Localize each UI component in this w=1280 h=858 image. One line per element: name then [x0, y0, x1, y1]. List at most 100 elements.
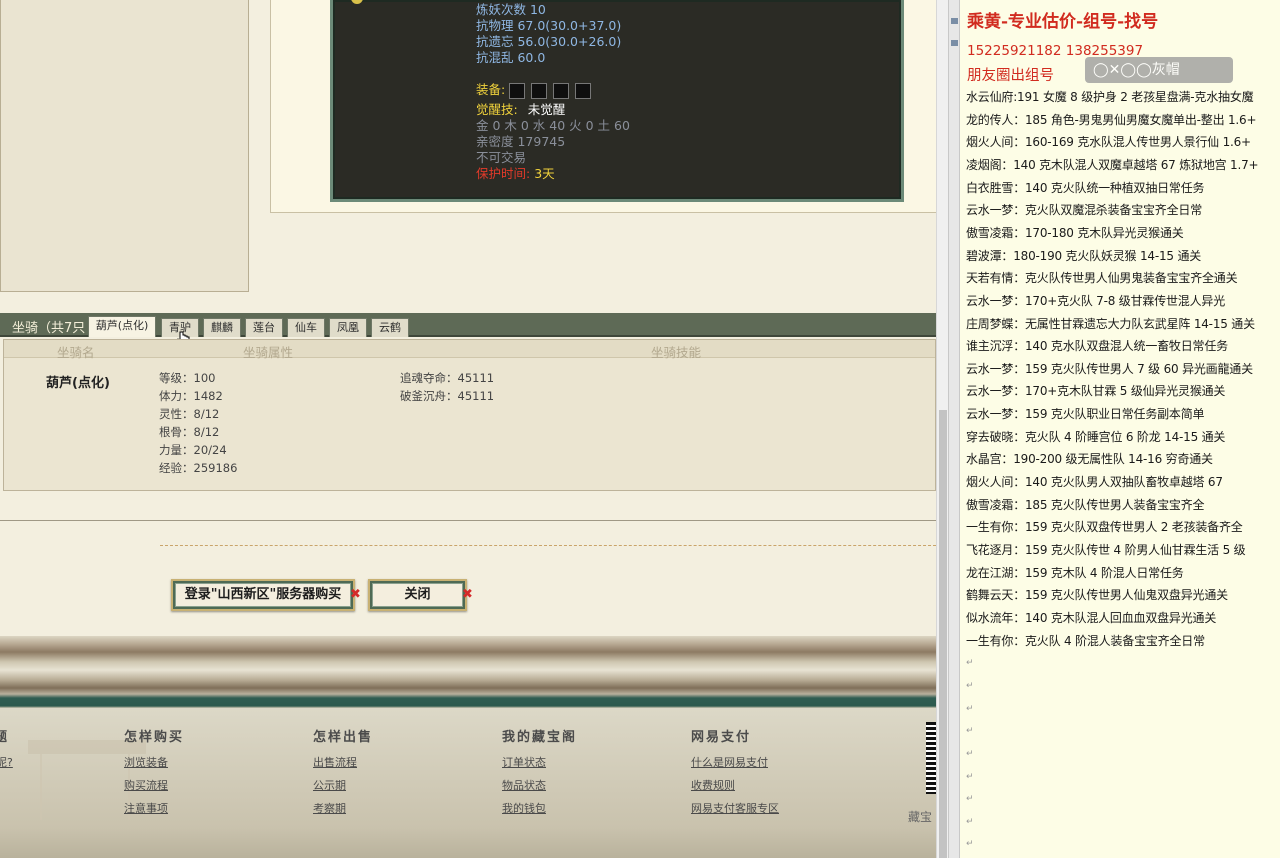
note-entry: 白衣胜雪：140 克火队统一种植双抽日常任务 — [966, 180, 1205, 195]
tab-mount-xianche[interactable]: 仙车 — [287, 318, 325, 337]
note-entry: 似水流年：140 克木队混人回血血双盘异光通关 — [966, 610, 1217, 625]
mount-attr-power: 力量：20/24 — [159, 443, 227, 457]
footer-link[interactable]: 网易支付客服专区 — [691, 800, 779, 816]
paragraph-mark-icon: ↵ — [966, 794, 974, 805]
lamp-icon — [351, 0, 363, 4]
pet-tooltip: 炼妖次数 10 抗物理 67.0(30.0+37.0) 抗遗忘 56.0(30.… — [330, 0, 904, 202]
note-entry: 天若有情：克火队传世男人仙男鬼装备宝宝齐全通关 — [966, 271, 1238, 286]
tooltip-line: 炼妖次数 10 — [476, 2, 546, 17]
footer-col-title: 我的藏宝阁 — [502, 730, 578, 745]
tab-mount-fenghuang[interactable]: 凤凰 — [329, 318, 367, 337]
equip-slot-icon — [509, 82, 526, 99]
footer-link[interactable]: 我的钱包 — [502, 800, 546, 816]
equip-slot-icon — [553, 82, 570, 99]
tooltip-line: 金 0 木 0 水 40 火 0 土 60 — [476, 118, 630, 133]
note-entry: 龙在江湖：159 克木队 4 阶混人日常任务 — [966, 565, 1184, 580]
footer-link[interactable]: 订单状态 — [502, 754, 546, 770]
note-entry: 烟火人间：140 克火队男人双抽队畜牧卓越塔 67 — [966, 475, 1223, 490]
note-entry: 云水一梦：159 克火队传世男人 7 级 60 异光画龍通关 — [966, 361, 1253, 376]
note-entry: 傲雪凌霜：170-180 克木队异光灵猴通关 — [966, 225, 1184, 240]
notes-moments: 朋友圈出组号 — [967, 68, 1054, 84]
page-scrollbar[interactable] — [936, 0, 948, 858]
site-footer: 题 呢? 怎样购买 浏览装备 购买流程 注意事项 怎样出售 出售流程 公示期 考… — [0, 708, 936, 858]
watermark-logo: ◯✕◯◯灰帽 — [1085, 57, 1233, 83]
mount-section-title: 坐骑（共7只 — [12, 321, 86, 336]
mount-attr-level: 等级：100 — [159, 371, 216, 385]
mount-skill: 追魂夺命：45111 — [400, 371, 495, 385]
resist-physical: 抗物理 67.0(30.0+37.0) — [476, 18, 622, 33]
note-entry: 云水一梦：170+克木队甘霖 5 级仙异光灵猴通关 — [966, 384, 1226, 399]
footer-cut-link[interactable]: 呢? — [0, 754, 13, 770]
footer-link[interactable]: 考察期 — [313, 800, 346, 816]
tab-mount-yunhe[interactable]: 云鹤 — [371, 318, 409, 337]
close-x-icon: ✖ — [462, 587, 473, 602]
login-server-buy-button[interactable]: 登录"山西新区"服务器购买 — [171, 579, 355, 611]
note-entry: 一生有你：159 克火队双盘传世男人 2 老孩装备齐全 — [966, 520, 1243, 535]
note-entry: 傲雪凌霜：185 克火队传世男人装备宝宝齐全 — [966, 497, 1205, 512]
tooltip-line: 抗混乱 60.0 — [476, 50, 546, 65]
paragraph-mark-icon: ↵ — [966, 839, 974, 850]
footer-link[interactable]: 物品状态 — [502, 777, 546, 793]
protect-value: 3天 — [534, 166, 555, 181]
paragraph-mark-icon: ↵ — [966, 816, 974, 827]
col-mount-name: 坐骑名 — [57, 345, 95, 360]
ruler-mark — [951, 40, 958, 46]
mount-table-header: 坐骑名 坐骑属性 坐骑技能 — [4, 340, 935, 360]
mount-attr-spirit: 灵性：8/12 — [159, 407, 220, 421]
note-entry: 水云仙府:191 女魔 8 级护身 2 老孩星盘满-克水抽女魔 — [966, 90, 1254, 104]
note-entry: 鹤舞云天：159 克火队传世男人仙鬼双盘异光通关 — [966, 588, 1228, 603]
left-side-panel — [0, 0, 249, 292]
tooltip-line: 抗物理 67.0(30.0+37.0) — [476, 18, 621, 34]
paragraph-mark-icon: ↵ — [966, 703, 974, 714]
note-entry: 凌烟阁：140 克木队混人双魔卓越塔 67 炼狱地宫 1.7+ — [966, 157, 1259, 172]
notes-document[interactable]: 乘黄-专业估价-组号-找号 15225921182 1‍3‍8255397 朋友… — [960, 0, 1280, 858]
mount-name: 葫芦(点化) — [46, 376, 110, 391]
tooltip-line: 不可交易 — [476, 150, 527, 165]
footer-link[interactable]: 什么是网易支付 — [691, 754, 768, 770]
mount-detail-table: 坐骑名 坐骑属性 坐骑技能 葫芦(点化) 等级：100 体力：1482 灵性：8… — [3, 339, 936, 491]
footer-link[interactable]: 公示期 — [313, 777, 346, 793]
tab-mount-hulu[interactable]: 葫芦(点化) — [88, 316, 156, 337]
note-entry: 飞花逐月：159 克火队传世 4 阶男人仙甘霖生活 5 级 — [966, 543, 1246, 557]
ruler-mark — [951, 18, 958, 24]
footer-link[interactable]: 购买流程 — [124, 777, 168, 793]
note-entry: 云水一梦：170+克火队 7-8 级甘霖传世混人异光 — [966, 293, 1225, 308]
note-entry: 谁主沉浮：140 克水队双盘混人统一畜牧日常任务 — [966, 339, 1228, 354]
awaken-value: 未觉醒 — [527, 102, 566, 117]
note-entry: 碧波潭：180-190 克火队妖灵猴 14-15 通关 — [966, 248, 1202, 263]
equip-slot-icon — [531, 82, 548, 99]
col-mount-skill: 坐骑技能 — [651, 345, 702, 360]
mount-attr-hp: 体力：1482 — [159, 389, 223, 403]
protect-row: 保护时间: 3天 — [476, 166, 555, 182]
equipment-label: 装备: — [476, 82, 506, 97]
col-mount-attr: 坐骑属性 — [243, 345, 294, 360]
footer-link[interactable]: 收费规则 — [691, 777, 735, 793]
footer-link[interactable]: 出售流程 — [313, 754, 357, 770]
qr-code-icon — [926, 722, 936, 794]
mount-tabbar: 坐骑（共7只 葫芦(点化) 青驴 麒麟 莲台 仙车 凤凰 云鹤 — [0, 313, 936, 347]
footer-link[interactable]: 注意事项 — [124, 800, 168, 816]
paragraph-mark-icon: ↵ — [966, 680, 974, 691]
note-entry: 烟火人间：160-169 克水队混人传世男人景行仙 1.6+ — [966, 135, 1251, 150]
paragraph-mark-icon: ↵ — [966, 771, 974, 782]
game-page: 炼妖次数 10 抗物理 67.0(30.0+37.0) 抗遗忘 56.0(30.… — [0, 0, 936, 858]
note-entry: 云水一梦：克火队双魔混杀装备宝宝齐全日常 — [966, 203, 1203, 218]
paragraph-mark-icon: ↵ — [966, 726, 974, 737]
tab-mount-liantai[interactable]: 莲台 — [245, 318, 283, 337]
footer-link[interactable]: 浏览装备 — [124, 754, 168, 770]
close-button[interactable]: 关闭 — [368, 579, 467, 611]
footer-col-title: 怎样出售 — [313, 730, 374, 745]
login-button-label: 登录"山西新区"服务器购买 — [175, 583, 351, 607]
equip-slot-icon — [575, 82, 592, 99]
scrollbar-thumb[interactable] — [939, 410, 947, 858]
mount-attr-bone: 根骨：8/12 — [159, 425, 220, 439]
tab-mount-qilin[interactable]: 麒麟 — [203, 318, 241, 337]
tooltip-line: 亲密度 179745 — [476, 134, 566, 149]
note-entry: 龙的传人：185 角色-男鬼男仙男魔女魔单出-整出 1.6+ — [966, 112, 1257, 127]
note-entry: 穿去破晓：克火队 4 阶睡宫位 6 阶龙 14-15 通关 — [966, 429, 1226, 444]
mount-section: 坐骑（共7只 葫芦(点化) 青驴 麒麟 莲台 仙车 凤凰 云鹤 坐骑名 坐骑属性… — [0, 313, 936, 491]
notes-heading: 乘黄-专业估价-组号-找号 — [967, 12, 1159, 32]
protect-label: 保护时间: — [476, 166, 531, 181]
close-button-label: 关闭 — [372, 583, 463, 607]
awaken-row: 觉醒技: 未觉醒 — [476, 102, 565, 118]
